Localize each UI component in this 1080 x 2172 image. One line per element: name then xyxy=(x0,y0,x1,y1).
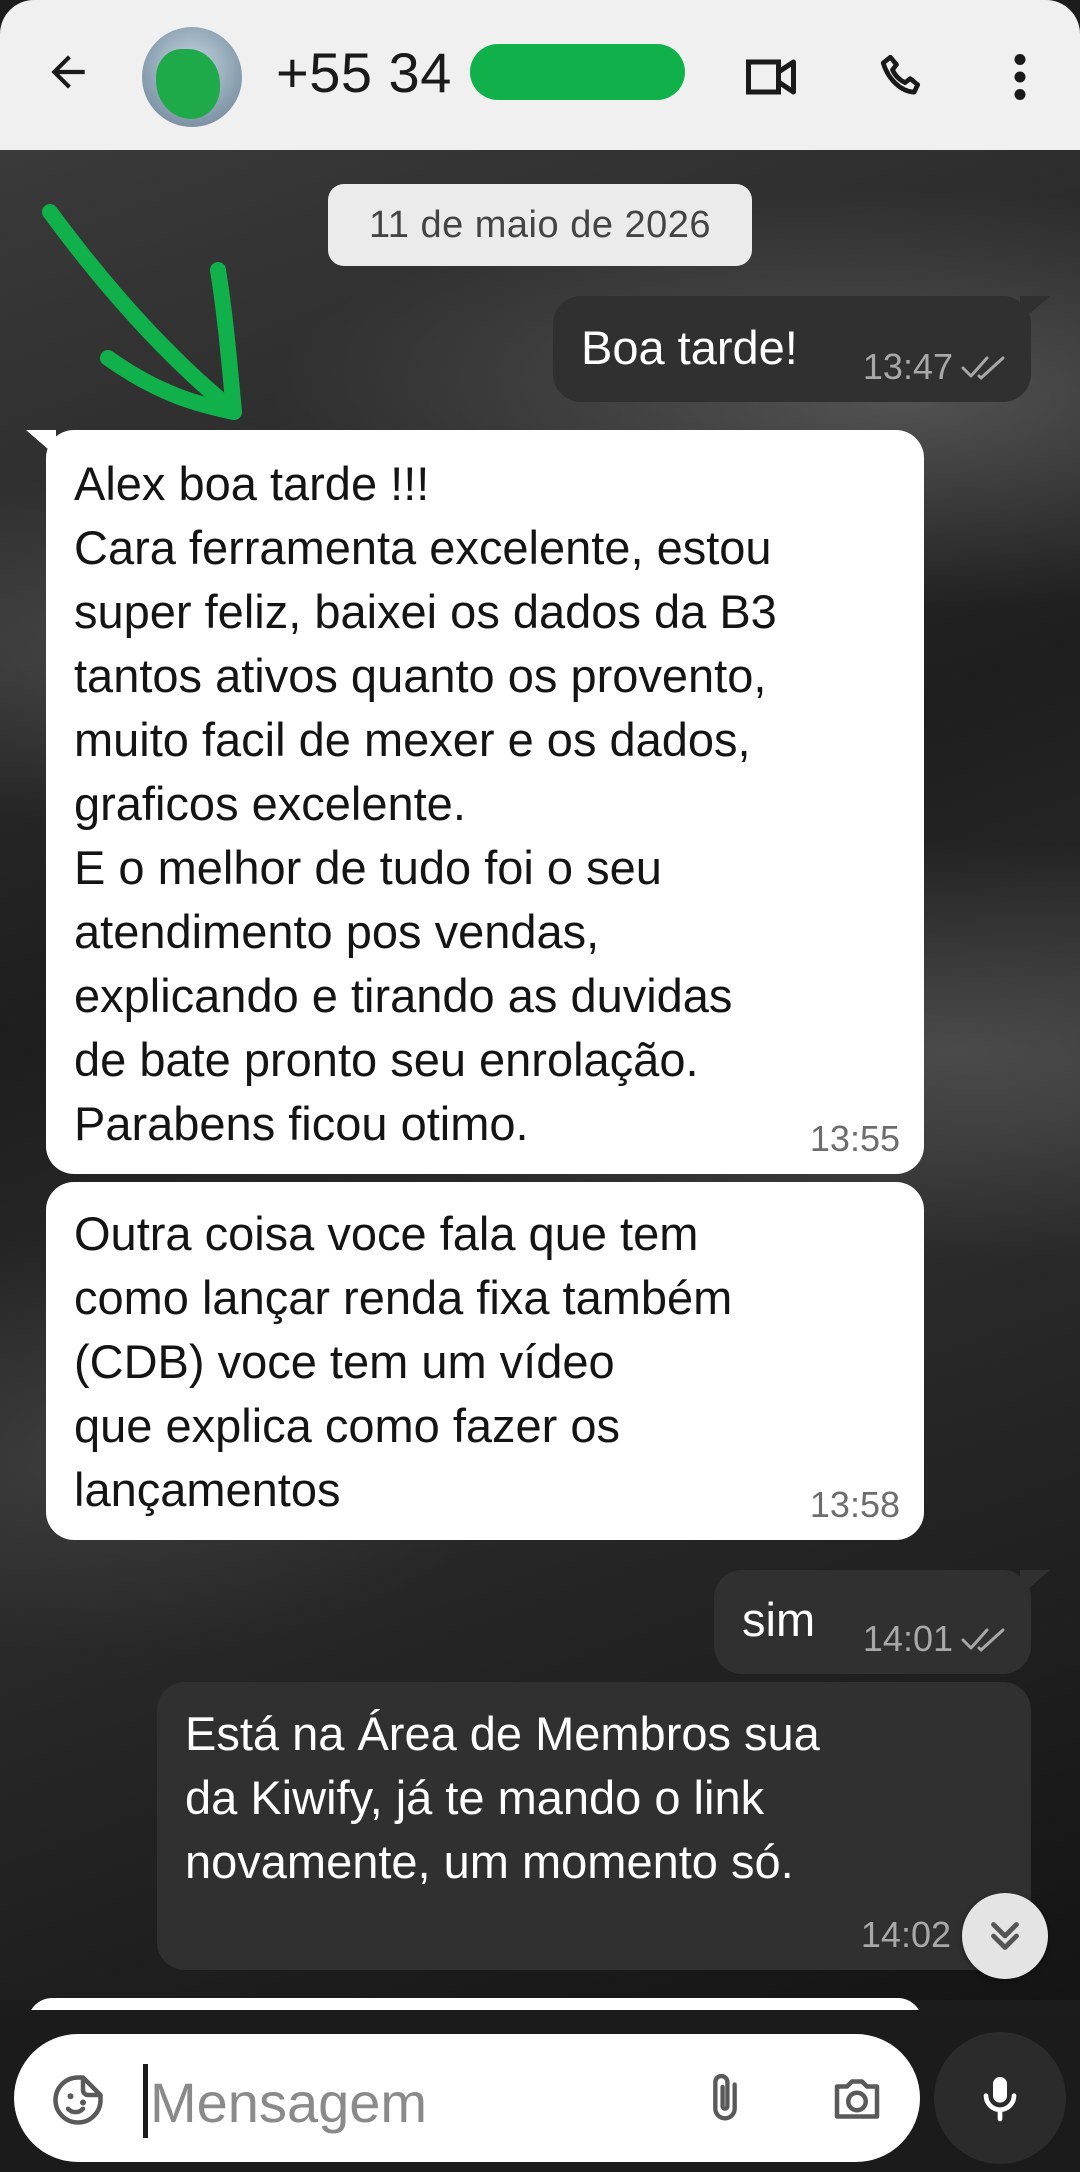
bubble-tail xyxy=(1020,1570,1050,1596)
chat-header: +55 34 xyxy=(0,0,1080,150)
camera-button[interactable] xyxy=(820,2064,894,2134)
message-text: Alex boa tarde !!! Cara ferramenta excel… xyxy=(74,457,777,1150)
message-bubble-outgoing[interactable]: Boa tarde! 13:47 xyxy=(553,296,1031,402)
camera-icon xyxy=(834,2079,880,2119)
message-meta: 13:47 xyxy=(863,346,1007,388)
scroll-to-bottom-button[interactable] xyxy=(962,1893,1048,1979)
message-time: 14:02 xyxy=(860,1914,951,1955)
paperclip-icon xyxy=(713,2073,737,2121)
sticker-smile-icon xyxy=(53,2075,103,2125)
message-text: Outra coisa voce fala que tem como lança… xyxy=(74,1207,733,1516)
message-bubble-incoming[interactable]: Alex boa tarde !!! Cara ferramenta excel… xyxy=(46,430,924,1174)
name-redaction xyxy=(470,44,685,100)
emoji-button[interactable] xyxy=(44,2066,112,2134)
avatar-redaction xyxy=(156,49,220,119)
message-meta: 14:02 xyxy=(861,1914,951,1956)
annotation-arrow-icon xyxy=(42,204,242,420)
more-vertical-icon xyxy=(1014,54,1026,100)
video-call-button[interactable] xyxy=(736,42,806,112)
message-bubble-outgoing[interactable]: Está na Área de Membros sua da Kiwify, j… xyxy=(157,1682,1031,1970)
bubble-tail xyxy=(1020,296,1050,322)
message-bubble-incoming[interactable]: Outra coisa voce fala que tem como lança… xyxy=(46,1182,924,1540)
phone-icon xyxy=(880,54,921,95)
double-chevron-down-icon xyxy=(991,1922,1019,1950)
text-caret xyxy=(143,2064,148,2138)
contact-avatar[interactable] xyxy=(142,27,242,127)
microphone-icon xyxy=(983,2077,1017,2122)
message-text: sim xyxy=(742,1593,816,1646)
message-placeholder: Mensagem xyxy=(150,2071,428,2134)
date-separator: 11 de maio de 2026 xyxy=(328,184,752,266)
message-time: 14:01 xyxy=(862,1618,953,1659)
arrow-left-icon xyxy=(51,55,85,89)
video-camera-icon xyxy=(746,59,796,95)
contact-name[interactable]: +55 34 xyxy=(276,40,452,105)
double-check-icon xyxy=(961,1628,1005,1652)
voice-call-button[interactable] xyxy=(868,42,938,112)
attach-button[interactable] xyxy=(690,2064,760,2134)
bubble-tail xyxy=(26,430,56,456)
message-meta: 13:55 xyxy=(810,1118,900,1160)
message-text: Está na Área de Membros sua da Kiwify, j… xyxy=(185,1707,820,1888)
message-bubble-outgoing[interactable]: sim 14:01 xyxy=(714,1570,1031,1674)
more-options-button[interactable] xyxy=(985,42,1055,112)
message-meta: 13:58 xyxy=(810,1484,900,1526)
message-time: 13:58 xyxy=(809,1484,900,1525)
double-check-icon xyxy=(961,356,1005,380)
message-text: Boa tarde! xyxy=(581,321,798,374)
message-meta: 14:01 xyxy=(863,1618,1007,1660)
back-button[interactable] xyxy=(38,42,98,102)
message-time: 13:55 xyxy=(809,1118,900,1159)
message-time: 13:47 xyxy=(862,346,953,387)
voice-message-button[interactable] xyxy=(934,2032,1066,2164)
